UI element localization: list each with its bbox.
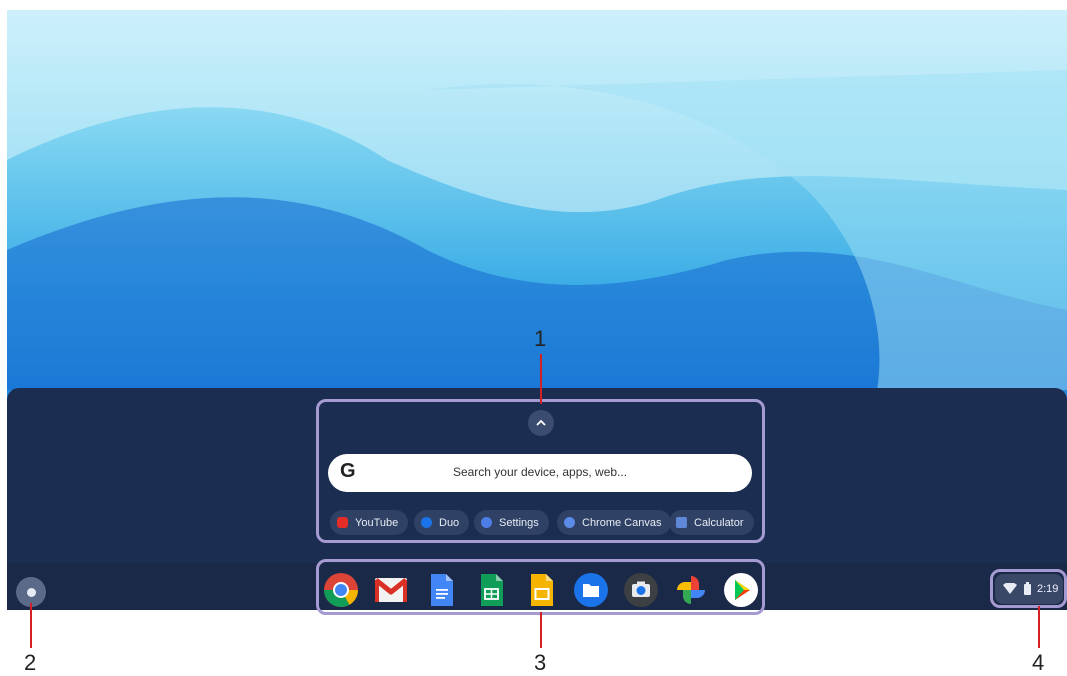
leader-line-3 [540,612,542,648]
launcher-circle-icon [26,587,36,597]
callout-box-launcher [316,399,765,543]
callout-box-status-tray [990,569,1067,608]
callout-number-2: 2 [24,650,37,675]
leader-line-2 [30,603,32,648]
leader-line-4 [1038,606,1040,648]
callout-number-4: 4 [1032,650,1045,675]
callout-number-1: 1 [534,326,547,351]
leader-line-1 [540,354,542,404]
callout-box-shelf-apps [316,559,765,615]
callout-number-3: 3 [534,650,547,675]
